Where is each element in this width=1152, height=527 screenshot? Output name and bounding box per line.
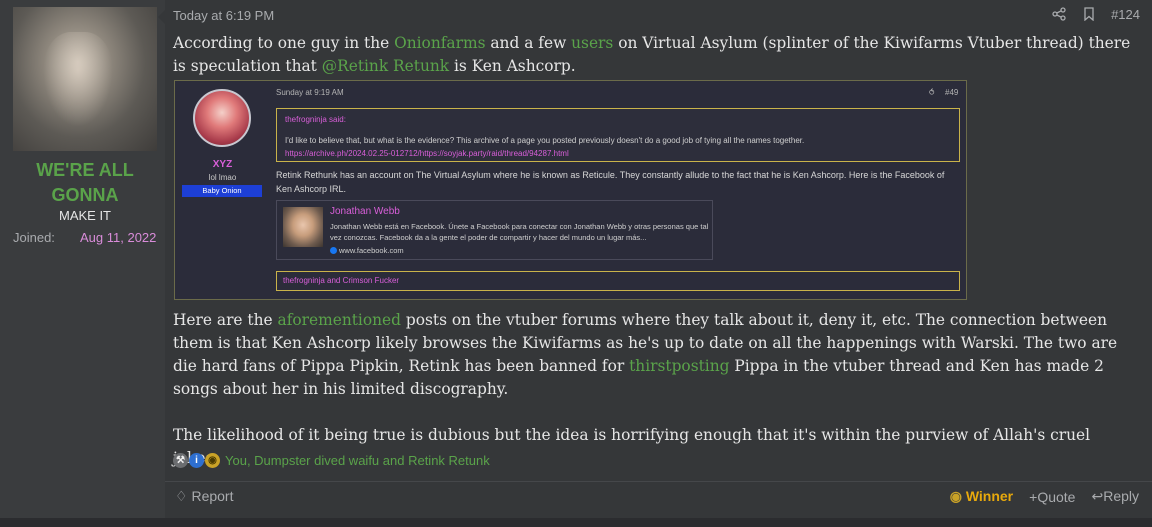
reply-icon: ↩ <box>1091 488 1104 504</box>
embedded-screenshot[interactable]: XYZ lol lmao Baby Onion Sunday at 9:19 A… <box>174 80 967 300</box>
reactions-bar[interactable]: ⚒ i ◉ You, Dumpster dived waifu and Reti… <box>173 453 490 468</box>
reactions-list-link[interactable]: You, Dumpster dived waifu and Retink Ret… <box>225 453 490 468</box>
embed-quote-link: https://archive.ph/2024.02.25-012712/htt… <box>285 149 569 158</box>
text-span: According to one guy in the <box>173 34 395 52</box>
embed-card-title: Jonathan Webb <box>330 206 400 217</box>
embed-avatar <box>193 89 251 147</box>
username-line-2[interactable]: GONNA <box>0 183 170 208</box>
user-mention-link[interactable]: @Retink Retunk <box>322 57 449 75</box>
footer-actions: ◉ Winner +Quote ↩Reply <box>950 488 1139 505</box>
post-number-link[interactable]: #124 <box>1111 7 1140 22</box>
report-button[interactable]: ♢ Report <box>175 488 233 505</box>
next-post-edge <box>0 518 1152 527</box>
embed-reactions: thefrogninja and Crimson Fucker <box>276 271 960 291</box>
embed-post-number: #49 <box>945 88 959 97</box>
facebook-icon <box>330 247 337 254</box>
username[interactable]: WE'RE ALL GONNA <box>0 158 170 208</box>
reply-label: Reply <box>1103 488 1139 504</box>
users-link[interactable]: users <box>571 34 613 52</box>
footer-divider <box>165 481 1152 482</box>
onionfarms-link[interactable]: Onionfarms <box>394 34 485 52</box>
reply-button[interactable]: ↩Reply <box>1091 488 1139 505</box>
embed-username: XYZ <box>212 159 233 170</box>
medal-reaction-icon: ◉ <box>205 453 220 468</box>
forum-post: WE'RE ALL GONNA MAKE IT Joined: Aug 11, … <box>0 0 1152 518</box>
embed-card-thumbnail <box>283 207 323 247</box>
quote-label: Quote <box>1037 488 1076 505</box>
share-icon[interactable] <box>1051 6 1067 22</box>
text-span: is Ken Ashcorp. <box>449 57 576 75</box>
embed-user-badge: Baby Onion <box>182 185 262 197</box>
medal-icon: ◉ <box>949 488 962 504</box>
thirstposting-link[interactable]: thirstposting <box>629 357 729 375</box>
embed-quote-block: thefrogninja said: I'd like to believe t… <box>276 108 960 162</box>
embed-reactions-text: thefrogninja and Crimson Fucker <box>283 276 400 285</box>
quote-button[interactable]: +Quote <box>1029 489 1075 505</box>
post-paragraph-2: Here are the aforementioned posts on the… <box>173 309 1133 401</box>
user-sidebar: WE'RE ALL GONNA MAKE IT Joined: Aug 11, … <box>0 0 165 518</box>
text-span: and a few <box>485 34 572 52</box>
embed-user-subtitle: lol lmao <box>208 173 237 182</box>
bell-icon: ♢ <box>175 488 188 504</box>
bookmark-icon[interactable] <box>1081 6 1097 22</box>
aforementioned-link[interactable]: aforementioned <box>278 311 401 329</box>
post-date-link[interactable]: Today at 6:19 PM <box>173 8 274 23</box>
embed-quote-text: I'd like to believe that, but what is th… <box>285 136 805 145</box>
user-arrow <box>158 10 165 24</box>
embed-body-text: Retink Rethunk has an account on The Vir… <box>276 170 945 194</box>
user-title: MAKE IT <box>58 208 111 223</box>
report-label: Report <box>191 488 234 504</box>
info-reaction-icon: i <box>189 453 204 468</box>
winner-label: Winner <box>965 488 1014 504</box>
embed-card-site-text: www.facebook.com <box>339 246 404 255</box>
embed-card-site: www.facebook.com <box>330 246 404 255</box>
embed-card-description: Jonathan Webb está en Facebook. Únete a … <box>330 222 709 242</box>
text-span: Here are the <box>173 311 278 329</box>
embed-share-icon: ⥀ <box>929 88 935 97</box>
joined-date: Aug 11, 2022 <box>80 230 157 245</box>
embed-quote-author: thefrogninja said: <box>285 115 346 124</box>
winner-button[interactable]: ◉ Winner <box>950 488 1013 505</box>
post-paragraph-1: According to one guy in the Onionfarms a… <box>173 32 1133 78</box>
username-line-1[interactable]: WE'RE ALL <box>0 158 170 183</box>
user-avatar[interactable] <box>13 7 157 151</box>
post-header-actions: #124 <box>1051 6 1140 22</box>
joined-label: Joined: <box>13 230 55 245</box>
embed-date: Sunday at 9:19 AM <box>276 88 344 97</box>
embed-link-card: Jonathan Webb Jonathan Webb está en Face… <box>276 200 713 260</box>
wrench-reaction-icon: ⚒ <box>173 453 188 468</box>
